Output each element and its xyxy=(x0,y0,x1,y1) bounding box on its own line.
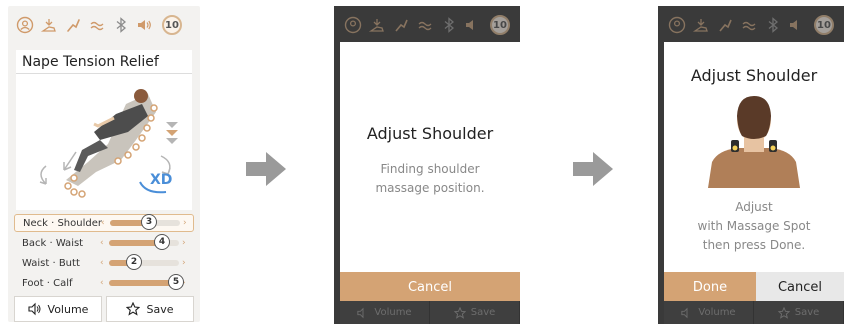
slider-label: Foot · Calf xyxy=(22,277,73,289)
slider-waist-butt[interactable]: Waist · Butt ‹ 2 › xyxy=(14,254,194,272)
dimmed-bottom-bar: Volume Save xyxy=(664,301,844,324)
heat-icon[interactable] xyxy=(88,16,106,34)
chevron-left-icon[interactable]: ‹ xyxy=(100,278,106,288)
volume-label: Volume xyxy=(698,307,736,318)
slider-knob[interactable]: 3 xyxy=(141,214,157,230)
volume-button-dimmed: Volume xyxy=(664,301,754,324)
xd-label: XD xyxy=(150,172,173,188)
massage-hand-icon xyxy=(692,16,710,34)
up-down-indicator-icon xyxy=(166,122,178,128)
chevron-right-icon[interactable]: › xyxy=(183,218,189,228)
save-button-dimmed: Save xyxy=(430,301,520,324)
dialog-message-line1: Adjust xyxy=(735,200,773,214)
timer-badge[interactable]: 10 xyxy=(162,15,182,35)
bluetooth-icon xyxy=(440,16,458,34)
adjust-shoulder-screen: 10 Adjust Shoulder Adjust with Massage S… xyxy=(658,6,844,324)
star-icon xyxy=(777,306,790,319)
save-label: Save xyxy=(794,307,820,318)
leg-icon[interactable] xyxy=(64,16,82,34)
slider-track[interactable]: 5 xyxy=(109,274,184,290)
star-icon xyxy=(453,306,466,319)
program-title: Nape Tension Relief xyxy=(16,50,192,74)
volume-label: Volume xyxy=(47,302,89,316)
speaker-icon xyxy=(27,302,41,316)
user-icon xyxy=(344,16,362,34)
slider-back-waist[interactable]: Back · Waist ‹ 4 › xyxy=(14,234,194,252)
slider-label: Waist · Butt xyxy=(22,257,80,269)
slider-foot-calf[interactable]: Foot · Calf ‹ 5 › xyxy=(14,274,194,292)
speaker-icon xyxy=(788,16,806,34)
speaker-icon[interactable] xyxy=(136,16,154,34)
volume-button[interactable]: Volume xyxy=(14,296,102,322)
dialog-message-line2: with Massage Spot xyxy=(697,219,811,233)
dimmed-bottom-bar: Volume Save xyxy=(340,301,520,324)
done-button[interactable]: Done xyxy=(664,272,756,302)
slider-neck-shoulder[interactable]: Neck · Shoulder ‹ 3 › xyxy=(14,214,194,232)
chevron-right-icon[interactable]: › xyxy=(182,238,188,248)
star-icon xyxy=(126,302,141,316)
user-icon xyxy=(668,16,686,34)
dialog-message-line1: Finding shoulder xyxy=(380,162,480,176)
recline-arrow-icon xyxy=(63,151,77,171)
adjust-shoulder-dialog: Adjust Shoulder Adjust with Massage Spot… xyxy=(664,42,844,302)
slider-label: Back · Waist xyxy=(22,237,84,249)
slider-knob[interactable]: 2 xyxy=(126,254,142,270)
foot-rotate-icon xyxy=(39,165,47,185)
slider-track[interactable]: 3 xyxy=(110,214,180,230)
flow-arrow-icon xyxy=(246,152,286,186)
slider-knob[interactable]: 4 xyxy=(154,234,170,250)
person-head xyxy=(134,89,148,103)
flow-arrow-icon xyxy=(573,152,613,186)
speaker-icon xyxy=(681,307,688,318)
heat-icon xyxy=(416,16,434,34)
chevron-left-icon[interactable]: ‹ xyxy=(101,218,107,228)
volume-button-dimmed: Volume xyxy=(340,301,430,324)
shoulder-illustration xyxy=(708,96,800,188)
heat-icon xyxy=(740,16,758,34)
speaker-icon xyxy=(464,16,482,34)
dialog-title: Adjust Shoulder xyxy=(366,124,494,143)
stage: 10 Nape Tension Relief XD Neck · Shoulde… xyxy=(0,0,844,325)
adjust-shoulder-dialog: Adjust Shoulder Finding shoulder massage… xyxy=(340,42,520,302)
slider-track[interactable]: 2 xyxy=(109,254,179,270)
top-icon-bar: 10 xyxy=(334,6,520,44)
timer-badge: 10 xyxy=(814,15,834,35)
cancel-button[interactable]: Cancel xyxy=(340,272,520,302)
bluetooth-icon xyxy=(764,16,782,34)
save-button[interactable]: Save xyxy=(106,296,194,322)
user-icon[interactable] xyxy=(16,16,34,34)
main-control-screen: 10 Nape Tension Relief XD Neck · Shoulde… xyxy=(8,6,200,322)
slider-track[interactable]: 4 xyxy=(109,234,179,250)
dialog-message-line2: massage position. xyxy=(375,181,485,195)
timer-badge: 10 xyxy=(490,15,510,35)
chevron-right-icon[interactable]: › xyxy=(182,258,188,268)
speaker-icon xyxy=(357,307,364,318)
dialog-message-line3: then press Done. xyxy=(702,238,806,252)
slider-label: Neck · Shoulder xyxy=(23,217,102,229)
leg-icon xyxy=(716,16,734,34)
save-button-dimmed: Save xyxy=(754,301,844,324)
bluetooth-icon[interactable] xyxy=(112,16,130,34)
massage-chair-illustration: XD xyxy=(16,74,192,210)
dialog-title: Adjust Shoulder xyxy=(690,66,818,85)
chevron-left-icon[interactable]: ‹ xyxy=(100,258,106,268)
finding-shoulder-screen: 10 Adjust Shoulder Finding shoulder mass… xyxy=(334,6,520,324)
top-icon-bar: 10 xyxy=(8,6,200,44)
massage-hand-icon xyxy=(368,16,386,34)
leg-icon xyxy=(392,16,410,34)
save-label: Save xyxy=(470,307,496,318)
chevron-left-icon[interactable]: ‹ xyxy=(100,238,106,248)
save-label: Save xyxy=(146,302,174,316)
volume-label: Volume xyxy=(374,307,412,318)
slider-knob[interactable]: 5 xyxy=(168,274,184,290)
cancel-button[interactable]: Cancel xyxy=(756,272,844,302)
massage-hand-icon[interactable] xyxy=(40,16,58,34)
top-icon-bar: 10 xyxy=(658,6,844,44)
